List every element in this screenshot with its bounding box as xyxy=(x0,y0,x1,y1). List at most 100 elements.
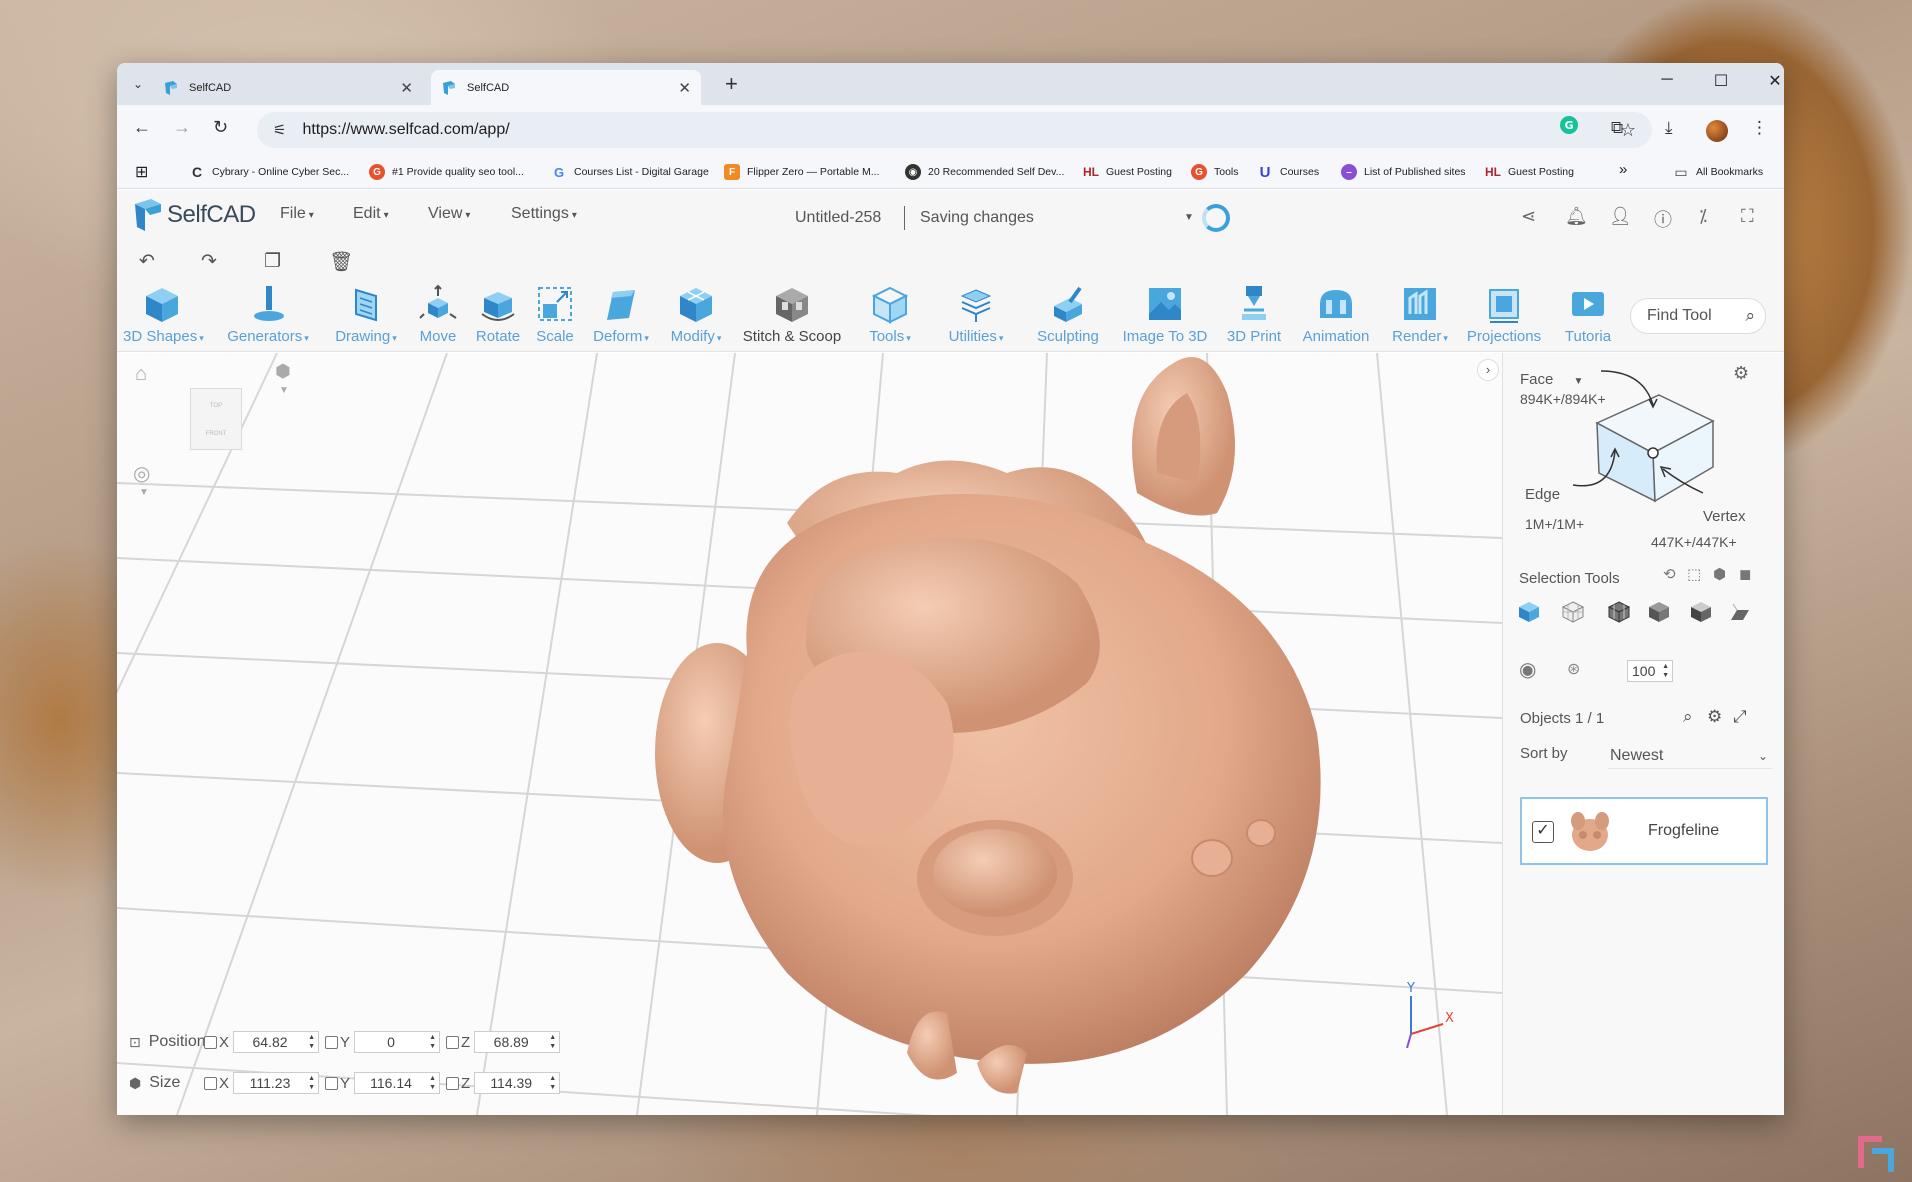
position-x-input[interactable]: 64.82 ▲ ▼ xyxy=(233,1031,320,1053)
stepper-icon[interactable]: ▲ ▼ xyxy=(549,1033,556,1051)
brush-size-input[interactable]: 100 ▲ ▼ xyxy=(1627,660,1673,682)
tool-generators[interactable]: Generators ▾ xyxy=(224,284,312,345)
notifications-bell-icon[interactable]: 🔔︎ xyxy=(1565,206,1588,227)
bookmark-item[interactable]: U Courses xyxy=(1257,164,1320,181)
search-icon[interactable]: ⌕ xyxy=(1745,299,1755,333)
browser-tab-2[interactable]: SelfCAD ✕ xyxy=(431,70,701,105)
tool-sculpting[interactable]: Sculpting xyxy=(1027,284,1109,345)
close-tab-icon[interactable]: ✕ xyxy=(400,79,413,97)
bookmark-item[interactable]: G Tools xyxy=(1191,164,1239,180)
size-x-input[interactable]: 111.23 ▲ ▼ xyxy=(233,1072,320,1094)
fullscreen-icon[interactable]: ⛶ xyxy=(1741,206,1754,227)
profile-avatar[interactable] xyxy=(1706,120,1728,142)
objects-settings-gear-icon[interactable]: ⚙ xyxy=(1707,707,1722,727)
menu-settings[interactable]: Settings ▾ xyxy=(511,205,577,223)
tool-animation[interactable]: Animation xyxy=(1294,284,1378,345)
stepper-icon[interactable]: ▲ ▼ xyxy=(1662,662,1669,680)
bookmark-item[interactable]: C Cybrary - Online Cyber Sec... xyxy=(189,164,349,180)
brush-sphere-icon[interactable]: ◉ xyxy=(1519,657,1536,682)
select-plane-icon[interactable] xyxy=(1727,600,1751,624)
browser-tab-1[interactable]: SelfCAD ✕ xyxy=(153,70,423,105)
globe-chevron-down-icon[interactable]: ▼ xyxy=(139,487,149,498)
extensions-puzzle-icon[interactable]: ⧉ xyxy=(1611,118,1623,138)
stepper-icon[interactable]: ▲ ▼ xyxy=(429,1033,436,1051)
tool-utilities[interactable]: Utilities ▾ xyxy=(932,284,1020,345)
tool-modify[interactable]: Modify ▾ xyxy=(663,284,729,345)
tool-scale[interactable]: Scale xyxy=(531,284,579,345)
cube-select-icon[interactable]: ⬢ xyxy=(1713,565,1726,583)
box-select-icon[interactable]: ⬚ xyxy=(1687,565,1701,583)
units-percent-icon[interactable]: ⁒ xyxy=(1699,206,1707,227)
tool-3d-shapes[interactable]: 3D Shapes ▾ xyxy=(123,284,204,345)
copy-icon[interactable]: ❐ xyxy=(264,250,281,273)
view-mode-cube-icon[interactable]: ⬢ xyxy=(275,361,291,382)
close-tab-icon[interactable]: ✕ xyxy=(678,79,691,97)
size-z-field[interactable]: Z 114.39 ▲ ▼ xyxy=(446,1072,561,1094)
position-y-field[interactable]: Y 0 ▲ ▼ xyxy=(325,1031,441,1053)
select-solid-icon[interactable] xyxy=(1647,600,1671,624)
lasso-select-icon[interactable]: ⟲ xyxy=(1663,565,1676,583)
tool-drawing[interactable]: Drawing ▾ xyxy=(330,284,402,345)
menu-file[interactable]: File ▾ xyxy=(280,205,314,223)
expand-icon[interactable]: ⤢ xyxy=(1733,707,1747,727)
search-objects-icon[interactable]: ⌕ xyxy=(1683,707,1693,727)
lock-y-checkbox[interactable] xyxy=(325,1076,339,1090)
select-face-icon[interactable] xyxy=(1689,600,1713,624)
tool-projections[interactable]: Projections xyxy=(1461,284,1547,345)
lock-x-checkbox[interactable] xyxy=(204,1035,217,1049)
bookmark-item[interactable]: – List of Published sites xyxy=(1341,164,1466,180)
back-icon[interactable]: ← xyxy=(133,117,151,138)
collapse-panel-chevron-icon[interactable]: › xyxy=(1477,359,1499,381)
tool-tutorials[interactable]: Tutoria xyxy=(1553,284,1623,345)
tool-rotate[interactable]: Rotate xyxy=(471,284,525,345)
position-z-input[interactable]: 68.89 ▲ ▼ xyxy=(474,1031,561,1053)
position-z-field[interactable]: Z 68.89 ▲ ▼ xyxy=(446,1031,561,1053)
download-icon[interactable]: ⤓ xyxy=(1665,118,1673,138)
bookmark-item[interactable]: F Flipper Zero — Portable M... xyxy=(724,164,879,180)
minimize-icon[interactable]: ─ xyxy=(1647,71,1687,89)
lock-x-checkbox[interactable] xyxy=(204,1076,217,1090)
stepper-icon[interactable]: ▲ ▼ xyxy=(308,1033,315,1051)
bookmark-item[interactable]: G #1 Provide quality seo tool... xyxy=(369,164,524,180)
stepper-icon[interactable]: ▲ ▼ xyxy=(308,1074,315,1092)
bookmark-item[interactable]: HL Guest Posting xyxy=(1485,164,1574,180)
site-info-icon[interactable]: ⚟ xyxy=(273,121,286,139)
view-mode-chevron-down-icon[interactable]: ▼ xyxy=(279,385,289,396)
tool-stitch-scoop[interactable]: Stitch & Scoop xyxy=(737,284,847,345)
find-tool-input[interactable]: Find Tool ⌕ xyxy=(1630,298,1766,334)
bookmark-item[interactable]: ◉ 20 Recommended Self Dev... xyxy=(905,164,1064,180)
home-view-icon[interactable]: ⌂ xyxy=(135,363,147,386)
select-object-cube-icon[interactable] xyxy=(1517,600,1541,624)
grammarly-extension-icon[interactable]: G xyxy=(1559,115,1579,140)
reload-icon[interactable]: ↻ xyxy=(213,117,228,138)
apps-grid-icon[interactable]: ⊞ xyxy=(135,162,148,182)
size-y-field[interactable]: Y 116.14 ▲ ▼ xyxy=(325,1072,441,1094)
lock-y-checkbox[interactable] xyxy=(325,1035,339,1049)
browser-menu-icon[interactable]: ⋮ xyxy=(1751,118,1768,138)
tool-move[interactable]: Move xyxy=(415,284,461,345)
bookmark-item[interactable]: G Courses List - Digital Garage xyxy=(551,164,709,180)
selfcad-logo[interactable]: SelfCAD xyxy=(133,198,256,232)
lock-z-checkbox[interactable] xyxy=(446,1035,460,1049)
stepper-icon[interactable]: ▲ ▼ xyxy=(549,1074,556,1092)
navigation-cube[interactable]: TOP FRONT xyxy=(190,388,242,450)
stepper-icon[interactable]: ▲ ▼ xyxy=(429,1074,436,1092)
position-y-input[interactable]: 0 ▲ ▼ xyxy=(354,1031,441,1053)
size-x-field[interactable]: X 111.23 ▲ ▼ xyxy=(204,1072,320,1094)
user-account-icon[interactable]: 👤︎ xyxy=(1609,206,1632,227)
globe-view-icon[interactable]: ◎ xyxy=(133,461,150,486)
position-x-field[interactable]: X 64.82 ▲ ▼ xyxy=(204,1031,320,1053)
new-tab-button[interactable]: + xyxy=(725,71,738,97)
tab-search-chevron-icon[interactable]: ⌄ xyxy=(125,72,151,96)
tool-tools[interactable]: Tools ▾ xyxy=(857,284,923,345)
solid-select-icon[interactable]: ◼ xyxy=(1739,565,1751,583)
tool-image-to-3d[interactable]: Image To 3D xyxy=(1117,284,1213,345)
more-bookmarks-button[interactable]: » xyxy=(1619,161,1627,178)
address-bar[interactable]: ⚟ https://www.selfcad.com/app/ ☆ xyxy=(257,112,1652,148)
delete-trash-icon[interactable]: 🗑︎ xyxy=(329,250,353,274)
size-z-input[interactable]: 114.39 ▲ ▼ xyxy=(474,1072,561,1094)
object-list-item[interactable]: ✓ Frogfeline xyxy=(1520,797,1768,865)
tool-deform[interactable]: Deform ▾ xyxy=(585,284,657,345)
object-visibility-checkbox[interactable]: ✓ xyxy=(1532,821,1554,843)
3d-viewport[interactable]: ⌂ ⬢ ▼ TOP FRONT ◎ ▼ › Y X xyxy=(117,353,1502,1115)
